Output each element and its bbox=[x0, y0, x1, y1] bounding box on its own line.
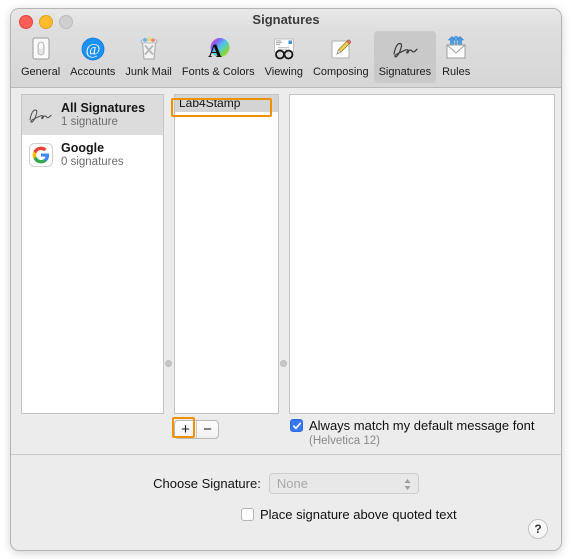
accounts-row-name: All Signatures bbox=[61, 101, 146, 115]
signature-icon bbox=[390, 34, 420, 64]
svg-text:@: @ bbox=[85, 42, 100, 59]
fonts-colors-icon: A bbox=[203, 34, 233, 64]
chevron-up-down-icon bbox=[404, 479, 411, 490]
always-match-font-label: Always match my default message font bbox=[309, 418, 535, 433]
choose-signature-popup[interactable]: None bbox=[268, 473, 419, 494]
accounts-row-text: Google 0 signatures bbox=[61, 141, 124, 169]
add-signature-button[interactable]: + bbox=[175, 421, 197, 438]
svg-text:A: A bbox=[208, 41, 222, 62]
choose-signature-row: Choose Signature: None bbox=[11, 473, 561, 494]
accounts-at-icon: @ bbox=[78, 34, 108, 64]
toolbar-tab-accounts[interactable]: @ Accounts bbox=[65, 31, 120, 83]
accounts-row-google[interactable]: Google 0 signatures bbox=[22, 135, 163, 175]
toolbar-tab-composing-label: Composing bbox=[312, 66, 369, 78]
always-match-font-text: Always match my default message font (He… bbox=[303, 419, 534, 448]
toolbar-tab-general[interactable]: General bbox=[16, 31, 65, 83]
toolbar-tab-signatures[interactable]: Signatures bbox=[373, 31, 437, 83]
accounts-list-pane: All Signatures 1 signature Google 0 sign… bbox=[21, 94, 164, 414]
viewing-glasses-icon bbox=[269, 34, 299, 64]
rules-envelope-icon bbox=[441, 34, 471, 64]
preferences-toolbar: General @ Accounts Junk Mail A Fonts & C… bbox=[11, 31, 561, 88]
accounts-row-all-signatures[interactable]: All Signatures 1 signature bbox=[22, 95, 163, 135]
toolbar-tab-general-label: General bbox=[21, 66, 61, 78]
window-title: Signatures bbox=[252, 12, 320, 27]
always-match-font-row[interactable]: Always match my default message font (He… bbox=[290, 419, 534, 448]
choose-signature-label: Choose Signature: bbox=[153, 476, 261, 491]
junk-mail-icon bbox=[134, 34, 164, 64]
place-signature-above-checkbox[interactable] bbox=[241, 508, 254, 521]
splitter-handle-right[interactable] bbox=[280, 360, 287, 367]
accounts-row-name: Google bbox=[61, 141, 105, 155]
accounts-row-subtitle: 0 signatures bbox=[61, 156, 124, 168]
toolbar-tab-rules-label: Rules bbox=[442, 66, 471, 78]
toolbar-tab-viewing[interactable]: Viewing bbox=[260, 31, 308, 83]
signature-icon bbox=[27, 101, 55, 129]
toolbar-tab-rules[interactable]: Rules bbox=[436, 31, 476, 83]
general-icon bbox=[26, 34, 56, 64]
always-match-font-checkbox[interactable] bbox=[290, 419, 303, 432]
toolbar-tab-junk-mail[interactable]: Junk Mail bbox=[120, 31, 176, 83]
place-signature-above-row[interactable]: Place signature above quoted text bbox=[241, 507, 457, 522]
toolbar-tab-fonts-colors-label: Fonts & Colors bbox=[181, 66, 255, 78]
choose-signature-value: None bbox=[276, 476, 308, 491]
accounts-row-text: All Signatures 1 signature bbox=[61, 101, 145, 129]
place-signature-above-label: Place signature above quoted text bbox=[260, 507, 457, 522]
signatures-content-area: All Signatures 1 signature Google 0 sign… bbox=[11, 88, 561, 454]
signatures-preferences-window: Signatures General @ Accounts Junk Mail … bbox=[10, 8, 562, 551]
toolbar-tab-composing[interactable]: Composing bbox=[308, 31, 374, 83]
toolbar-tab-signatures-label: Signatures bbox=[378, 66, 432, 78]
remove-signature-button[interactable]: − bbox=[197, 421, 218, 438]
signature-list-row[interactable]: Lab4Stamp bbox=[175, 95, 278, 112]
toolbar-tab-fonts-colors[interactable]: A Fonts & Colors bbox=[177, 31, 260, 83]
accounts-row-subtitle: 1 signature bbox=[61, 116, 118, 128]
bottom-settings-section: Choose Signature: None Place signature a… bbox=[11, 454, 561, 550]
toolbar-tab-viewing-label: Viewing bbox=[264, 66, 303, 78]
help-button[interactable]: ? bbox=[528, 519, 548, 539]
toolbar-tab-junk-mail-label: Junk Mail bbox=[125, 66, 172, 78]
composing-pencil-icon bbox=[326, 34, 356, 64]
always-match-font-sublabel: (Helvetica 12) bbox=[309, 435, 380, 447]
google-g-icon bbox=[27, 141, 55, 169]
checkmark-icon bbox=[292, 422, 301, 429]
signature-list-pane: Lab4Stamp bbox=[174, 94, 279, 414]
window-titlebar: Signatures bbox=[11, 9, 561, 31]
toolbar-tab-accounts-label: Accounts bbox=[70, 66, 116, 78]
signature-add-remove-control: + − bbox=[174, 420, 219, 439]
splitter-handle-left[interactable] bbox=[165, 360, 172, 367]
signature-preview-pane[interactable] bbox=[289, 94, 555, 414]
